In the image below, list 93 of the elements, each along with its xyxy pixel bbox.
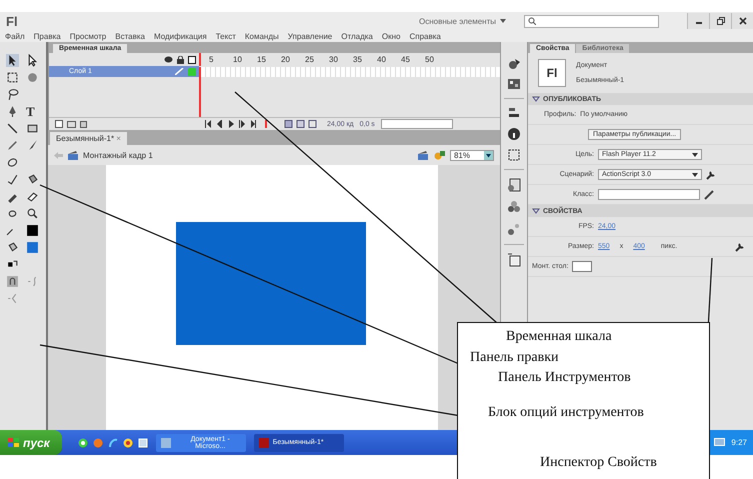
sphere-icon[interactable]	[26, 71, 39, 84]
frame-number: 45	[401, 55, 411, 64]
trash-icon[interactable]	[80, 120, 87, 128]
collapse-icon	[532, 208, 540, 214]
code-snippets-icon[interactable]	[507, 178, 521, 192]
class-input-field[interactable]	[598, 189, 700, 200]
menu-item[interactable]: Справка	[409, 32, 441, 40]
frame-number: 35	[353, 55, 363, 64]
menu-item[interactable]: Просмотр	[70, 32, 106, 40]
folder-icon[interactable]	[67, 120, 76, 128]
frame-number: 25	[305, 55, 315, 64]
new-layer-icon[interactable]	[55, 120, 63, 128]
components-icon[interactable]	[507, 200, 521, 214]
menu-item[interactable]: Модификация	[154, 32, 207, 40]
workspace-menu[interactable]: Основные элементы	[419, 16, 506, 26]
scrollbar[interactable]	[380, 119, 453, 129]
chat-icon[interactable]	[714, 438, 726, 448]
app-logo: Fl	[6, 14, 18, 28]
app-icon	[258, 438, 269, 448]
frame-number: 50	[425, 55, 435, 64]
pencil-icon[interactable]	[704, 190, 714, 200]
menu-item[interactable]: Правка	[34, 32, 61, 40]
media-icon[interactable]	[122, 438, 133, 448]
text-tool[interactable]: T	[26, 105, 42, 118]
search-icon	[528, 17, 536, 25]
frame-number: 5	[209, 55, 214, 64]
transform-icon[interactable]	[507, 149, 521, 161]
document-tab[interactable]: Безымянный-1* ×	[50, 132, 127, 145]
swatches-icon[interactable]	[507, 78, 521, 90]
line-icon[interactable]	[6, 122, 19, 135]
callout-label: Панель Инструментов	[498, 370, 631, 386]
zoom-dropdown[interactable]: 81%	[450, 150, 494, 160]
browser-icon[interactable]	[108, 438, 118, 448]
search-icon[interactable]	[26, 207, 39, 220]
pencil-icon	[175, 68, 184, 75]
search-field[interactable]	[524, 14, 659, 28]
callout-label: Блок опций инструментов	[488, 405, 644, 421]
wrench-icon[interactable]	[735, 242, 745, 252]
outline-swatch-icon	[188, 68, 196, 76]
frame-number: 10	[233, 55, 243, 64]
collapse-icon	[532, 96, 540, 102]
motion-presets-icon[interactable]	[507, 222, 521, 236]
frame-number: 20	[281, 55, 291, 64]
caret-icon	[500, 19, 506, 23]
menu-item[interactable]: Текст	[216, 32, 236, 40]
menu-item[interactable]: Управление	[288, 32, 332, 40]
close-button[interactable]	[731, 13, 753, 29]
eraser-icon[interactable]	[26, 190, 39, 203]
frame-number: 15	[257, 55, 267, 64]
snap-icon[interactable]	[6, 275, 19, 288]
outline-icon[interactable]	[188, 56, 196, 64]
app-icon	[160, 438, 171, 448]
info-icon[interactable]	[507, 127, 521, 141]
restore-button[interactable]	[709, 13, 731, 29]
scene-icon[interactable]	[418, 150, 429, 160]
pencil-icon[interactable]	[6, 139, 19, 152]
frame-number: 40	[377, 55, 387, 64]
eye-icon[interactable]	[164, 56, 173, 63]
menu-item[interactable]: Вставка	[115, 32, 145, 40]
circle-icon[interactable]	[78, 438, 88, 448]
transform-icon[interactable]	[6, 71, 19, 84]
callout-label: Панель правки	[470, 350, 559, 366]
caret-icon	[484, 150, 493, 160]
rectangle-icon[interactable]	[26, 122, 39, 135]
document-logo: Fl	[538, 59, 566, 87]
caret-icon	[692, 152, 698, 156]
frame-number: 30	[329, 55, 339, 64]
stage-color-swatch[interactable]	[572, 261, 592, 272]
scene-label[interactable]: Монтажный кадр 1	[83, 150, 153, 160]
lock-icon[interactable]	[177, 56, 184, 64]
arrow-icon[interactable]	[26, 54, 39, 67]
menu-item[interactable]: Команды	[244, 32, 279, 40]
windows-logo-icon	[8, 438, 19, 448]
symbol-icon[interactable]	[434, 150, 445, 160]
menu-item[interactable]: Файл	[5, 32, 25, 40]
wrench-icon[interactable]	[706, 170, 716, 180]
minimize-button[interactable]	[687, 13, 709, 29]
callout-label: Временная шкала	[506, 329, 612, 345]
lasso-icon[interactable]	[6, 88, 19, 101]
arrow-icon[interactable]	[6, 54, 19, 67]
desktop-icon[interactable]	[138, 438, 148, 448]
menu-item[interactable]: Отладка	[341, 32, 373, 40]
scene-icon	[68, 150, 78, 160]
start-button[interactable]: пуск	[0, 430, 62, 455]
stroke-swatch-icon[interactable]	[26, 224, 39, 237]
menu-item[interactable]: Окно	[382, 32, 400, 40]
align-icon[interactable]	[507, 107, 521, 119]
close-icon	[738, 17, 746, 25]
fill-swatch-icon[interactable]	[26, 241, 39, 254]
callout-label: Инспектор Свойств	[540, 455, 657, 471]
clock: 9:27	[731, 438, 747, 447]
caret-icon	[692, 172, 698, 176]
restore-icon	[716, 17, 724, 25]
